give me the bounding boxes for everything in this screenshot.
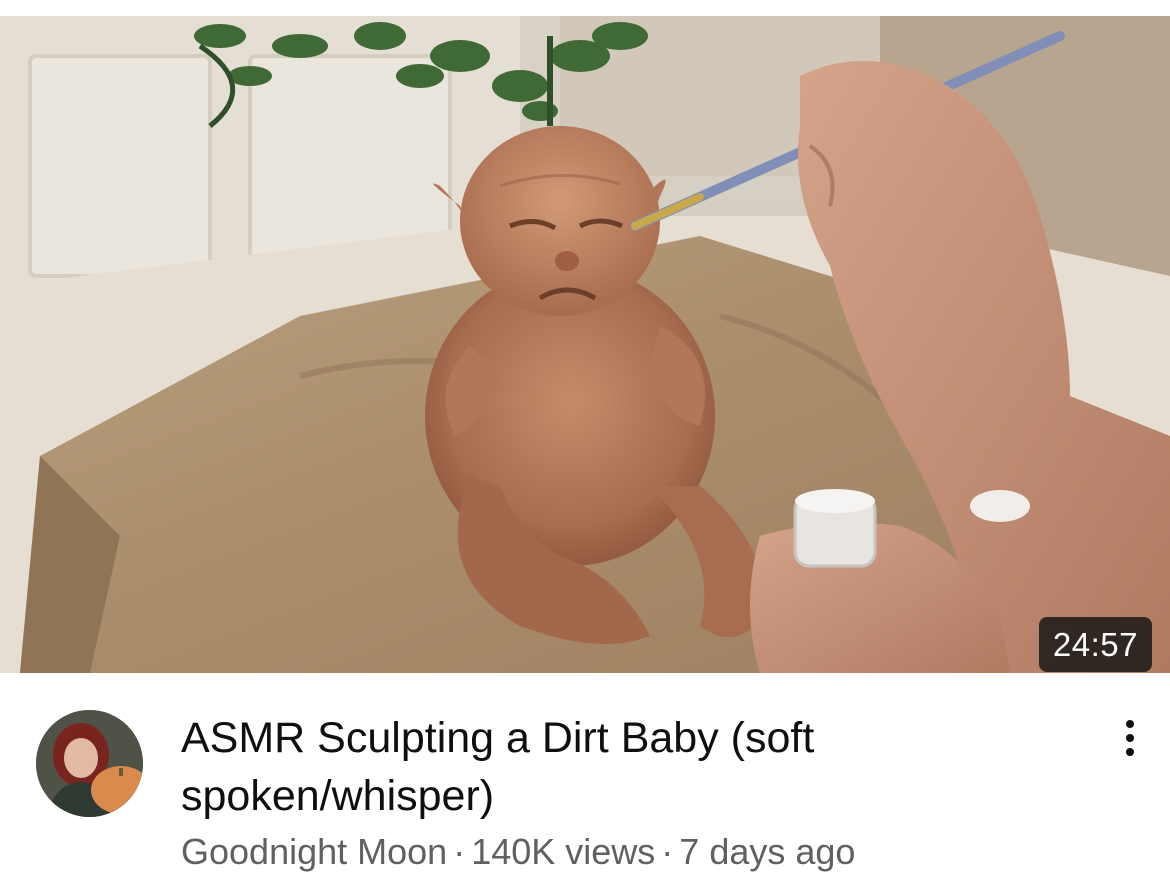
video-meta: ASMR Sculpting a Dirt Baby (soft spoken/… <box>0 673 1170 891</box>
more-vert-icon[interactable] <box>1108 713 1152 763</box>
duration-badge: 24:57 <box>1038 617 1152 672</box>
avatar-image <box>36 710 143 817</box>
more-dot <box>1126 748 1134 756</box>
more-dot <box>1126 734 1134 742</box>
more-dot <box>1126 720 1134 728</box>
video-card[interactable]: 24:57 ASMR Sculpting a Dirt Baby (soft s… <box>0 0 1170 891</box>
video-thumbnail[interactable]: 24:57 <box>0 16 1170 673</box>
separator-dot: · <box>453 831 466 872</box>
top-strip <box>0 0 1170 16</box>
upload-age: 7 days ago <box>679 831 856 872</box>
view-count: 140K views <box>471 831 656 872</box>
channel-name[interactable]: Goodnight Moon <box>181 831 447 872</box>
channel-avatar[interactable] <box>36 710 143 817</box>
video-subline: Goodnight Moon · 140K views · 7 days ago <box>181 829 855 875</box>
thumbnail-image <box>0 16 1170 673</box>
separator-dot: · <box>661 831 674 872</box>
video-title[interactable]: ASMR Sculpting a Dirt Baby (soft spoken/… <box>181 709 1061 825</box>
